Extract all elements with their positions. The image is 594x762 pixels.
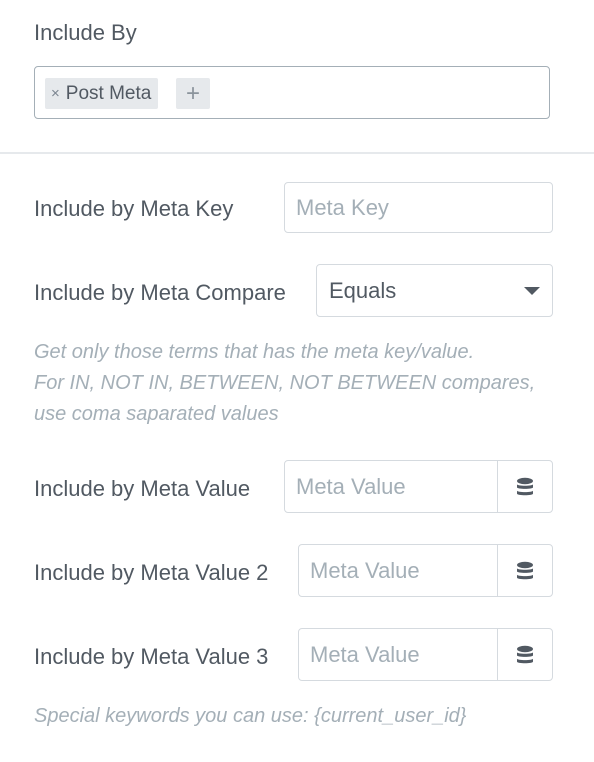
meta-value-input[interactable] [285, 461, 497, 512]
help-line: use coma saparated values [34, 403, 279, 425]
meta-value-2-control [298, 544, 553, 597]
database-icon [517, 477, 533, 495]
database-icon [517, 645, 533, 663]
meta-key-input[interactable] [284, 182, 553, 233]
caret-down-icon [524, 287, 540, 295]
dynamic-tags-button[interactable] [497, 629, 552, 680]
post-meta-chip: × Post Meta [45, 78, 159, 109]
meta-compare-label: Include by Meta Compare [34, 280, 286, 305]
close-icon[interactable]: × [51, 85, 60, 102]
meta-value-3-control [298, 628, 553, 681]
meta-value-2-label: Include by Meta Value 2 [34, 560, 269, 585]
help-line: Get only those terms that has the meta k… [34, 341, 475, 363]
meta-compare-help: Get only those terms that has the meta k… [34, 337, 535, 430]
dynamic-tags-button[interactable] [497, 545, 552, 596]
meta-value-control [284, 460, 553, 513]
dynamic-tags-button[interactable] [497, 461, 552, 512]
meta-value-3-label: Include by Meta Value 3 [34, 644, 269, 669]
chip-label: Post Meta [65, 82, 152, 104]
meta-compare-value: Equals [329, 277, 397, 303]
plus-icon: + [185, 79, 200, 107]
help-line: For IN, NOT IN, BETWEEN, NOT BETWEEN com… [34, 372, 536, 394]
meta-value-label: Include by Meta Value [34, 476, 251, 501]
add-button[interactable]: + [176, 78, 210, 109]
include-by-label: Include By [34, 20, 137, 45]
section-divider [0, 152, 594, 154]
meta-compare-select[interactable]: Equals [316, 264, 553, 317]
meta-value-2-input[interactable] [299, 545, 497, 596]
keywords-note: Special keywords you can use: {current_u… [34, 705, 467, 727]
meta-key-label: Include by Meta Key [34, 196, 234, 221]
database-icon [517, 561, 533, 579]
include-by-select[interactable]: × Post Meta + [34, 66, 550, 119]
meta-value-3-input[interactable] [299, 629, 497, 680]
